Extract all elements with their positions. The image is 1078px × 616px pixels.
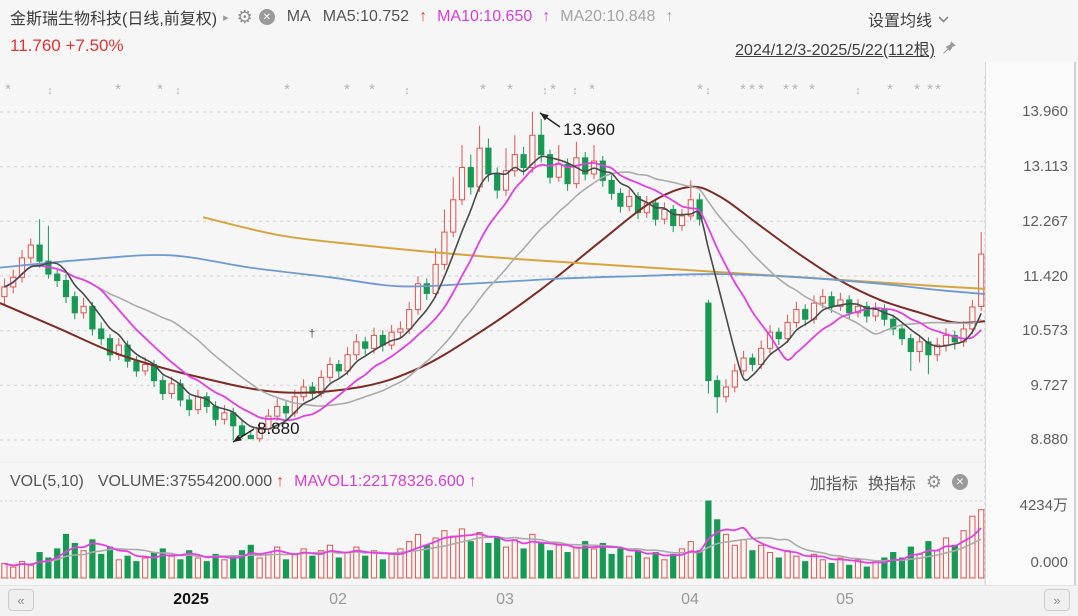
volume-value: VOLUME:37554200.000	[97, 473, 273, 490]
svg-text:*: *	[115, 81, 121, 98]
svg-text:↕: ↕	[175, 85, 181, 97]
svg-text:*: *	[783, 81, 789, 98]
svg-text:*: *	[157, 81, 163, 98]
volume-close-icon[interactable]: ✕	[952, 474, 968, 490]
pin-icon[interactable]	[941, 40, 957, 56]
ma20-value: MA20:10.848	[560, 8, 656, 25]
svg-text:*: *	[507, 81, 513, 98]
svg-text:*: *	[550, 81, 556, 98]
ma-gear-icon[interactable]: ⚙	[237, 8, 253, 26]
price-axis-label: 8.880	[1030, 431, 1068, 448]
time-axis-label-2025: 2025	[173, 591, 209, 608]
price-axis-label: 10.573	[1022, 322, 1068, 339]
vol-indicator-label: VOL(5,10)	[10, 473, 84, 490]
volume-axis-min-label: 0.000	[1030, 554, 1068, 571]
chart-header: 金斯瑞生物科技(日线,前复权) ▸ ⚙ ✕ MA MA5:10.752 ↑ MA…	[0, 0, 985, 34]
time-axis: 2025 02 03 04 05 « »	[0, 585, 1078, 616]
svg-text:*: *	[589, 81, 595, 98]
svg-text:↕: ↕	[404, 85, 410, 97]
mavol1-value: MAVOL1:22178326.600	[294, 473, 465, 490]
svg-text:*: *	[749, 81, 755, 98]
price-axis-label: 9.727	[1030, 377, 1068, 394]
svg-text:*: *	[284, 81, 290, 98]
mavol1-up-arrow: ↑	[468, 473, 477, 490]
scrollbar-track[interactable]	[1074, 62, 1076, 585]
svg-text:*: *	[927, 81, 933, 98]
volume-up-arrow: ↑	[276, 473, 285, 490]
time-axis-label-03: 03	[496, 591, 514, 608]
svg-text:13.960: 13.960	[563, 120, 615, 139]
candlestick-chart-canvas[interactable]: * ↕ * * ↕ * * * ↕ * * ↕ * ↕ * * ↕ * * * * * * ↕ * * * *†13.9608.880	[0, 0, 1078, 616]
price-axis-label: 13.960	[1022, 103, 1068, 120]
time-axis-label-05: 05	[836, 591, 854, 608]
stock-title[interactable]: 金斯瑞生物科技(日线,前复权)	[10, 5, 217, 29]
svg-text:*: *	[887, 81, 893, 98]
title-dropdown-icon[interactable]: ▸	[223, 11, 229, 24]
svg-text:*: *	[5, 81, 11, 98]
stock-chart-app: * ↕ * * ↕ * * * ↕ * * ↕ * ↕ * * ↕ * * * * * * ↕ * * * * † 13.960 8.880…	[0, 0, 1078, 616]
svg-text:*: *	[758, 81, 764, 98]
svg-text:*: *	[369, 81, 375, 98]
svg-text:↕: ↕	[855, 85, 861, 97]
svg-text:*: *	[792, 81, 798, 98]
svg-text:*: *	[935, 81, 941, 98]
switch-indicator-button[interactable]: 换指标	[868, 470, 916, 494]
time-axis-label-02: 02	[329, 591, 347, 608]
chevron-down-icon	[938, 15, 949, 23]
ma-indicator-label: MA	[286, 8, 311, 25]
svg-text:↕: ↕	[47, 85, 53, 97]
ma-settings-label: 设置均线	[868, 13, 933, 30]
last-price: 11.760	[10, 36, 61, 55]
scroll-right-button[interactable]: »	[1044, 589, 1070, 611]
change-percent: +7.50%	[65, 36, 124, 55]
svg-text:8.880: 8.880	[257, 419, 300, 438]
ma-close-icon[interactable]: ✕	[258, 9, 275, 25]
svg-text:*: *	[344, 81, 350, 98]
svg-text:↕: ↕	[572, 85, 578, 97]
date-range-label[interactable]: 2024/12/3-2025/5/22(112根)	[735, 36, 935, 60]
volume-axis-max-label: 4234万	[1019, 497, 1068, 514]
svg-text:↕: ↕	[705, 85, 711, 97]
ma5-up-arrow: ↑	[419, 8, 428, 25]
svg-text:*: *	[809, 81, 815, 98]
scroll-left-button[interactable]: «	[8, 589, 34, 611]
price-row: 11.760 +7.50% 2024/12/3-2025/5/22(112根)	[0, 34, 985, 62]
time-axis-label-04: 04	[681, 591, 699, 608]
last-price-and-change: 11.760 +7.50%	[10, 36, 124, 56]
svg-text:*: *	[697, 81, 703, 98]
ma10-value: MA10:10.650	[437, 8, 533, 25]
svg-text:*: *	[740, 81, 746, 98]
ma10-up-arrow: ↑	[542, 8, 551, 25]
volume-gear-icon[interactable]: ⚙	[926, 473, 942, 491]
ma20-up-arrow: ↑	[665, 8, 674, 25]
add-indicator-button[interactable]: 加指标	[810, 470, 858, 494]
price-axis-label: 13.113	[1023, 158, 1068, 175]
svg-text:†: †	[309, 328, 315, 340]
price-axis-label: 11.420	[1023, 268, 1068, 285]
volume-toolbar: 加指标 换指标 ⚙ ✕	[810, 470, 968, 494]
ma5-value: MA5:10.752	[322, 8, 410, 25]
svg-text:↕: ↕	[542, 85, 548, 97]
ma-settings-button[interactable]: 设置均线	[868, 7, 949, 31]
svg-text:*: *	[480, 81, 486, 98]
svg-text:*: *	[914, 81, 920, 98]
price-axis-label: 12.267	[1022, 213, 1068, 230]
